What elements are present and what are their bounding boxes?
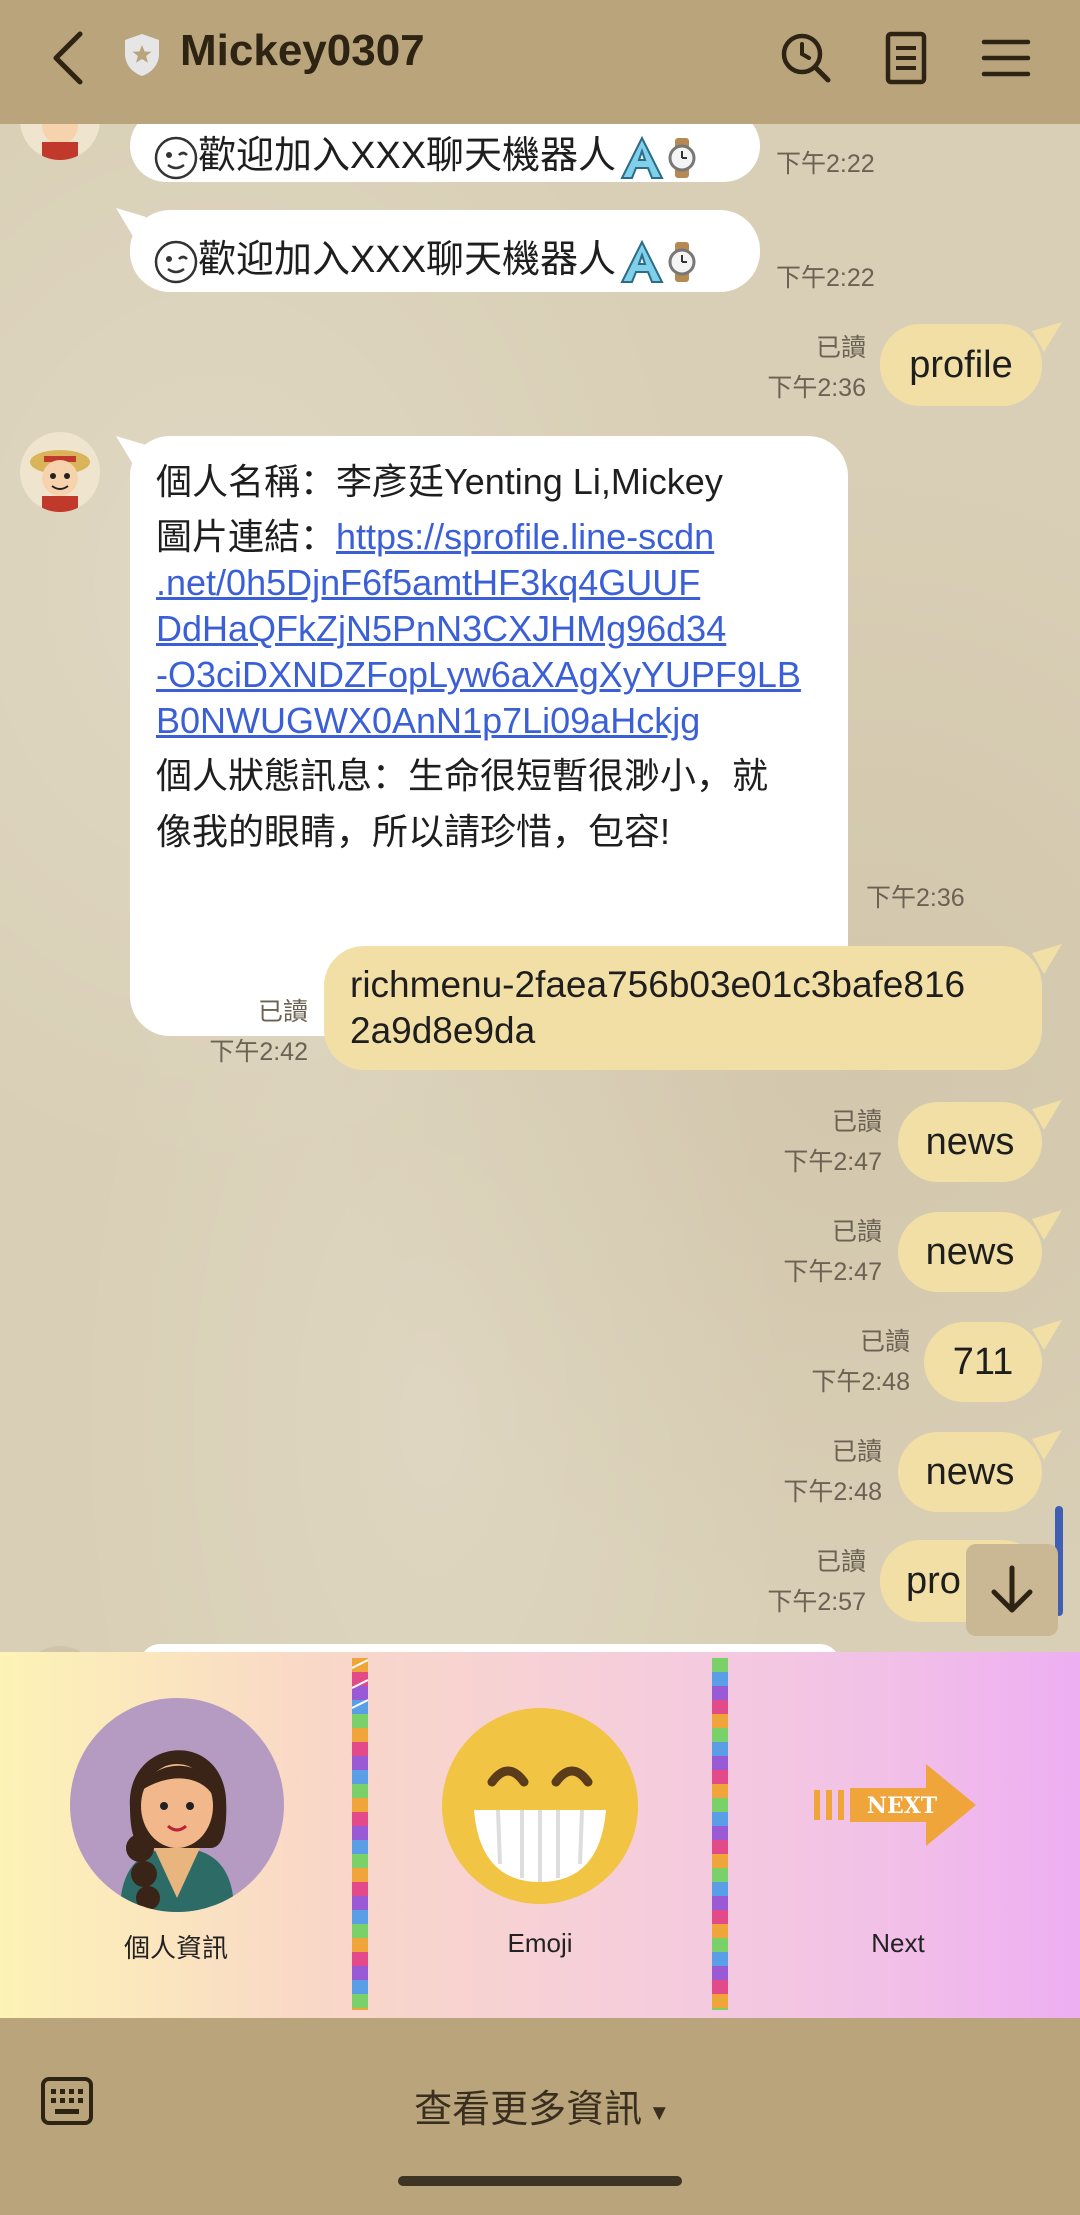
divider-stripe — [712, 1658, 728, 2010]
picture-link[interactable]: DdHaQFkZjN5PnN3CXJHMg96d34 — [156, 608, 726, 649]
status-line: 像我的眼睛，所以請珍惜，包容! — [156, 811, 671, 852]
home-indicator[interactable] — [398, 2176, 682, 2186]
message-bubble-incoming[interactable]: 歡迎加入XXX聊天機器人 — [130, 124, 760, 182]
message-time: 下午2:22 — [776, 264, 875, 292]
grin-face-icon — [442, 1708, 638, 1904]
letter-a-emoji-icon — [616, 239, 664, 284]
next-arrow-icon: NEXT — [814, 1764, 976, 1846]
menu-icon[interactable] — [978, 30, 1034, 86]
next-arrow-text: NEXT — [867, 1793, 938, 1819]
welcome-text: 歡迎加入XXX聊天機器人 — [198, 239, 617, 281]
picture-link-label: 圖片連結： — [156, 516, 337, 557]
message-time: 下午2:57 — [767, 1588, 866, 1616]
notes-icon[interactable] — [878, 30, 934, 86]
scroll-to-bottom-button[interactable] — [966, 1544, 1058, 1636]
rich-menu-label: 個人資訊 — [123, 1933, 228, 1963]
bottom-bar: 查看更多資訊 ▾ — [0, 2018, 1080, 2215]
welcome-text: 歡迎加入XXX聊天機器人 — [198, 135, 617, 177]
watch-emoji-icon — [660, 136, 704, 180]
chat-header: Mickey0307 — [0, 0, 1080, 124]
picture-link[interactable]: B0NWUGWX0AnN1p7Li09aHckjg — [156, 700, 700, 741]
message-bubble-outgoing[interactable]: 711 — [924, 1322, 1042, 1402]
profile-name-line: 個人名稱：李彥廷Yenting Li,Mickey — [156, 461, 723, 502]
bot-avatar[interactable] — [20, 124, 100, 160]
arrow-down-icon — [991, 1565, 1033, 1613]
divider-stripe — [352, 1658, 368, 2010]
message-bubble-outgoing[interactable]: news — [898, 1212, 1042, 1292]
message-bubble-outgoing[interactable]: news — [898, 1102, 1042, 1182]
message-time: 下午2:42 — [209, 1038, 308, 1066]
message-time: 下午2:36 — [767, 374, 866, 402]
rich-menu-label: Emoji — [507, 1928, 573, 1958]
rich-menu: 個人資訊 Emoji NEXT Next — [0, 1652, 1080, 2018]
message-bubble-outgoing[interactable]: profile — [880, 324, 1042, 406]
read-receipt: 已讀 — [831, 1108, 882, 1136]
picture-link[interactable]: -O3ciDXNDZFopLyw6aXAgXyYUPF9LB — [156, 654, 801, 695]
message-text: 2a9d8e9da — [350, 1010, 536, 1051]
message-bubble-incoming[interactable]: 歡迎加入XXX聊天機器人 — [130, 210, 760, 292]
read-receipt: 已讀 — [859, 1328, 910, 1356]
search-icon[interactable] — [778, 30, 834, 86]
read-receipt: 已讀 — [831, 1218, 882, 1246]
wink-face-emoji-icon — [154, 136, 198, 180]
bot-avatar[interactable] — [20, 432, 100, 512]
wink-face-emoji-icon — [154, 240, 198, 284]
shield-star-icon — [125, 34, 159, 76]
letter-a-emoji-icon — [616, 135, 664, 180]
more-info-label: 查看更多資訊 — [414, 2089, 643, 2131]
picture-link[interactable]: .net/0h5DjnF6f5amtHF3kq4GUUF — [156, 562, 700, 603]
more-info-toggle[interactable]: 查看更多資訊 ▾ — [0, 2078, 1080, 2133]
watch-emoji-icon — [660, 240, 704, 284]
message-bubble-outgoing[interactable]: news — [898, 1432, 1042, 1512]
back-arrow-icon[interactable] — [44, 28, 96, 88]
status-line: 個人狀態訊息：生命很短暫很渺小，就 — [156, 755, 769, 796]
message-time: 下午2:47 — [783, 1148, 882, 1176]
caret-down-icon: ▾ — [652, 2096, 666, 2127]
picture-link[interactable]: https://sprofile.line-scdn — [336, 516, 714, 557]
message-time: 下午2:47 — [783, 1258, 882, 1286]
chat-area[interactable]: 歡迎加入XXX聊天機器人 下午2:22 歡迎加入XXX聊天機器人 下午2:22 … — [0, 124, 1080, 1652]
person-avatar-icon — [70, 1698, 284, 1912]
rich-menu-item-emoji[interactable]: Emoji — [368, 1652, 720, 2018]
read-receipt: 已讀 — [257, 998, 308, 1026]
message-time: 下午2:48 — [811, 1368, 910, 1396]
message-time: 下午2:48 — [783, 1478, 882, 1506]
message-time: 下午2:22 — [776, 150, 875, 178]
read-receipt: 已讀 — [831, 1438, 882, 1466]
message-time: 下午2:36 — [866, 884, 965, 912]
read-receipt: 已讀 — [815, 334, 866, 362]
read-receipt: 已讀 — [815, 1548, 866, 1576]
rich-menu-item-next[interactable]: NEXT Next — [728, 1652, 1080, 2018]
rich-menu-item-profile[interactable]: 個人資訊 — [0, 1652, 352, 2018]
message-text: richmenu-2faea756b03e01c3bafe816 — [350, 964, 966, 1005]
rich-menu-label: Next — [871, 1928, 925, 1958]
message-bubble-outgoing[interactable]: richmenu-2faea756b03e01c3bafe816 2a9d8e9… — [324, 946, 1042, 1070]
chat-title[interactable]: Mickey0307 — [180, 26, 425, 76]
message-bubble-incoming[interactable] — [140, 1644, 840, 1652]
